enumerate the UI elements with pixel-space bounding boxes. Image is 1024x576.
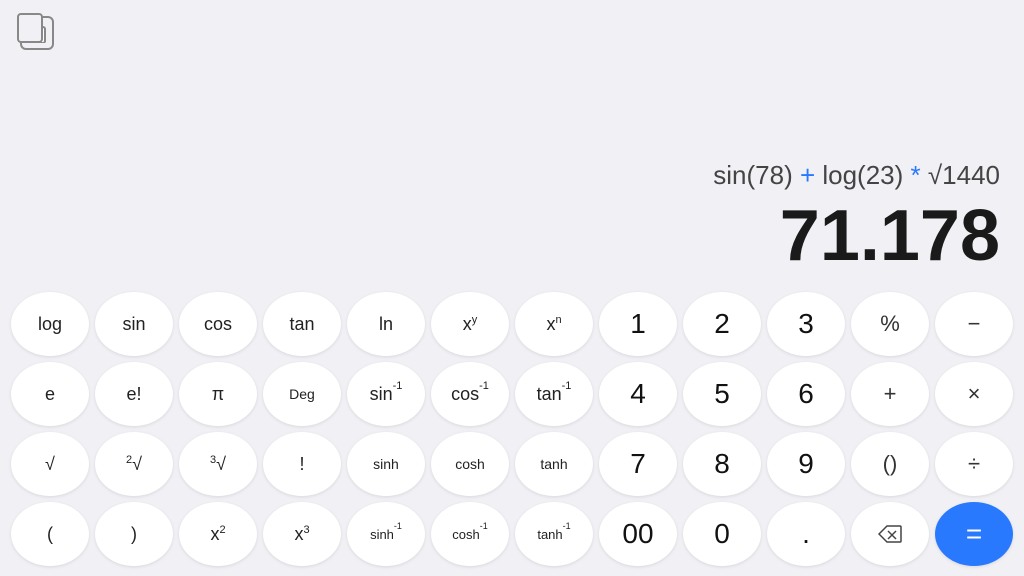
key-arctanh[interactable]: tanh-1 bbox=[515, 502, 593, 566]
copy-button[interactable] bbox=[20, 16, 54, 50]
key-row: √2√3√!sinhcoshtanh789()÷ bbox=[8, 432, 1016, 496]
keypad: logsincostanlnxyxn123%−ee!πDegsin-1cos-1… bbox=[0, 286, 1024, 576]
key-2[interactable]: 2 bbox=[683, 292, 761, 356]
result: 71.178 bbox=[780, 197, 1000, 276]
key-arccosh[interactable]: cosh-1 bbox=[431, 502, 509, 566]
expression: sin(78) + log(23) * √1440 bbox=[713, 159, 1000, 193]
key-00[interactable]: 00 bbox=[599, 502, 677, 566]
key-row: ()x2x3sinh-1cosh-1tanh-1000.= bbox=[8, 502, 1016, 566]
key-6[interactable]: 6 bbox=[767, 362, 845, 426]
key-tan[interactable]: tan bbox=[263, 292, 341, 356]
key-x-cubed[interactable]: x3 bbox=[263, 502, 341, 566]
key-cos[interactable]: cos bbox=[179, 292, 257, 356]
key-equals[interactable]: = bbox=[935, 502, 1013, 566]
key-2-sqrt[interactable]: 2√ bbox=[95, 432, 173, 496]
key-8[interactable]: 8 bbox=[683, 432, 761, 496]
key-divide[interactable]: ÷ bbox=[935, 432, 1013, 496]
key-sqrt[interactable]: √ bbox=[11, 432, 89, 496]
key-tanh[interactable]: tanh bbox=[515, 432, 593, 496]
key-x-power-n[interactable]: xn bbox=[515, 292, 593, 356]
key-sinh[interactable]: sinh bbox=[347, 432, 425, 496]
key-ln[interactable]: ln bbox=[347, 292, 425, 356]
key-sin[interactable]: sin bbox=[95, 292, 173, 356]
key-deg[interactable]: Deg bbox=[263, 362, 341, 426]
key-e[interactable]: e bbox=[11, 362, 89, 426]
key-x-power-y[interactable]: xy bbox=[431, 292, 509, 356]
display: sin(78) + log(23) * √1440 71.178 bbox=[0, 0, 1024, 286]
key-row: ee!πDegsin-1cos-1tan-1456+× bbox=[8, 362, 1016, 426]
key-minus[interactable]: − bbox=[935, 292, 1013, 356]
key-percent[interactable]: % bbox=[851, 292, 929, 356]
key-arcsin[interactable]: sin-1 bbox=[347, 362, 425, 426]
key-0[interactable]: 0 bbox=[683, 502, 761, 566]
key-4[interactable]: 4 bbox=[599, 362, 677, 426]
key-parens[interactable]: () bbox=[851, 432, 929, 496]
key-backspace[interactable] bbox=[851, 502, 929, 566]
key-arctan[interactable]: tan-1 bbox=[515, 362, 593, 426]
key-close-paren[interactable]: ) bbox=[95, 502, 173, 566]
key-multiply[interactable]: × bbox=[935, 362, 1013, 426]
key-open-paren[interactable]: ( bbox=[11, 502, 89, 566]
key-e-factorial[interactable]: e! bbox=[95, 362, 173, 426]
key-cosh[interactable]: cosh bbox=[431, 432, 509, 496]
key-3-sqrt[interactable]: 3√ bbox=[179, 432, 257, 496]
key-plus[interactable]: + bbox=[851, 362, 929, 426]
key-9[interactable]: 9 bbox=[767, 432, 845, 496]
key-decimal[interactable]: . bbox=[767, 502, 845, 566]
key-arccos[interactable]: cos-1 bbox=[431, 362, 509, 426]
key-log[interactable]: log bbox=[11, 292, 89, 356]
key-3[interactable]: 3 bbox=[767, 292, 845, 356]
key-1[interactable]: 1 bbox=[599, 292, 677, 356]
key-row: logsincostanlnxyxn123%− bbox=[8, 292, 1016, 356]
key-factorial[interactable]: ! bbox=[263, 432, 341, 496]
key-7[interactable]: 7 bbox=[599, 432, 677, 496]
key-x-squared[interactable]: x2 bbox=[179, 502, 257, 566]
key-5[interactable]: 5 bbox=[683, 362, 761, 426]
key-pi[interactable]: π bbox=[179, 362, 257, 426]
key-arcsinh[interactable]: sinh-1 bbox=[347, 502, 425, 566]
